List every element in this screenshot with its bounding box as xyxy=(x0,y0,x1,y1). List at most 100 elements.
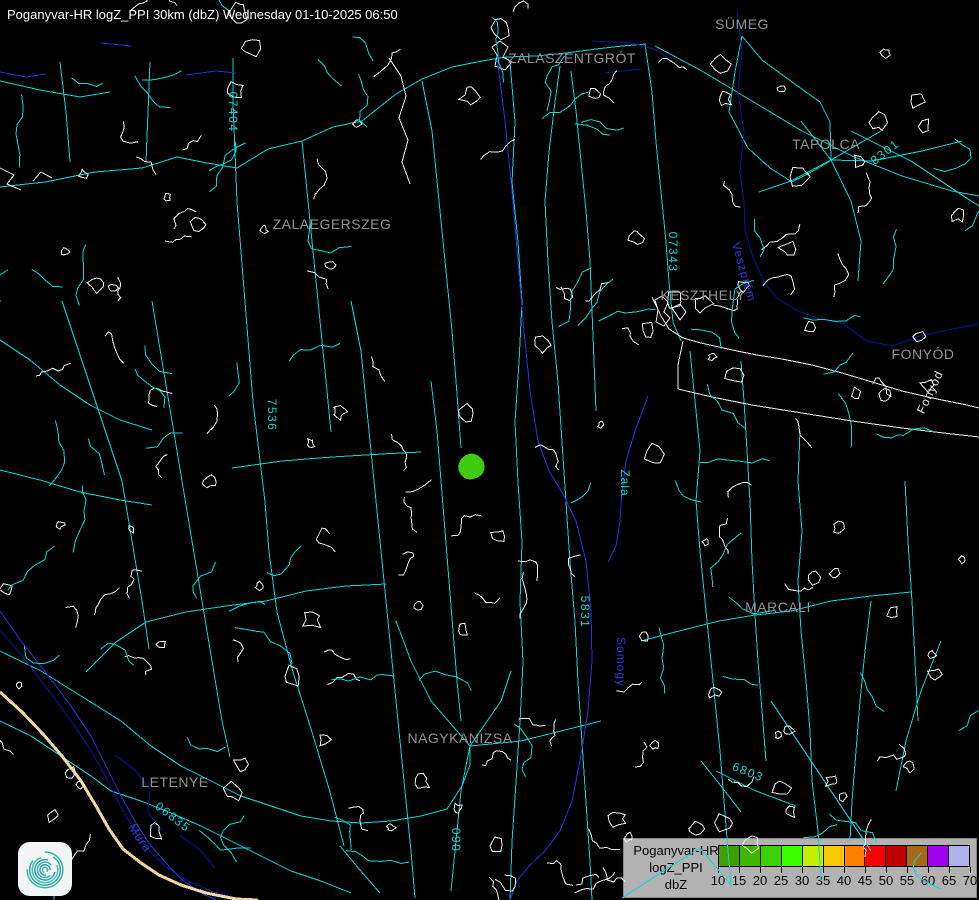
minor-road-line xyxy=(571,482,591,503)
village-outline xyxy=(518,718,545,726)
minor-road-line xyxy=(76,245,86,306)
village-outline xyxy=(725,368,744,382)
village-outline xyxy=(56,522,65,530)
minor-road-line xyxy=(267,546,302,576)
village-outline xyxy=(241,40,261,57)
village-outline xyxy=(642,322,653,337)
road-line xyxy=(729,36,830,182)
map-labels-layer: ZALASZENTGRÓTSÜMEGTAPOLCAZALAEGERSZEGKES… xyxy=(0,0,979,900)
minor-road-line xyxy=(359,74,368,127)
road-line xyxy=(431,381,461,721)
minor-road-line xyxy=(578,279,613,326)
village-outline xyxy=(603,867,626,882)
village-outline xyxy=(405,480,431,492)
radar-echo xyxy=(459,454,484,479)
village-outline xyxy=(121,122,138,144)
village-outline xyxy=(738,282,750,293)
road-line xyxy=(851,131,979,206)
village-outline xyxy=(374,49,401,76)
village-outline xyxy=(576,874,599,885)
village-outline xyxy=(719,91,731,105)
minor-road-line xyxy=(707,384,745,428)
legend-swatch xyxy=(739,845,761,867)
village-outline xyxy=(911,94,925,109)
road-line xyxy=(0,651,470,823)
village-outline xyxy=(308,439,315,448)
city-label: TAPOLCA xyxy=(792,136,860,152)
minor-road-line xyxy=(883,229,897,284)
city-label: NAGYKANIZSA xyxy=(407,730,512,746)
road-line xyxy=(0,340,152,430)
river-line xyxy=(115,755,215,868)
road-line xyxy=(396,621,601,891)
village-outline xyxy=(174,209,196,229)
legend-tick-label: 40 xyxy=(837,873,851,888)
road-line xyxy=(60,62,150,162)
legend-swatch xyxy=(718,845,740,867)
village-outline xyxy=(325,262,336,269)
village-outline xyxy=(616,683,641,693)
village-outline xyxy=(17,682,22,689)
village-outline xyxy=(490,877,500,900)
legend-tick-label: 20 xyxy=(753,873,767,888)
village-outline xyxy=(149,388,173,406)
village-outline xyxy=(777,86,785,92)
village-outline xyxy=(316,528,335,552)
village-outline xyxy=(0,726,13,754)
village-outline xyxy=(711,55,732,74)
village-outline xyxy=(608,813,626,828)
legend-swatch xyxy=(927,845,949,867)
minor-road-line xyxy=(353,37,374,61)
minor-road-line xyxy=(308,220,351,253)
minor-road-line xyxy=(545,56,564,111)
minor-road-line xyxy=(229,363,240,397)
minor-road-line xyxy=(145,345,172,373)
legend-swatch xyxy=(906,845,928,867)
border-line xyxy=(0,168,52,190)
village-outline xyxy=(156,455,167,478)
water-label: Fonyód xyxy=(914,368,946,416)
village-outline xyxy=(520,572,527,618)
village-outline xyxy=(386,824,396,831)
legend-tick-label: 70 xyxy=(963,873,977,888)
village-outline xyxy=(164,194,171,202)
road-line xyxy=(340,846,380,893)
minor-road-line xyxy=(199,831,250,851)
minor-road-line xyxy=(575,124,610,135)
minor-road-line xyxy=(89,439,105,475)
minor-road-line xyxy=(335,817,352,850)
minor-road-line xyxy=(49,421,64,486)
village-outline xyxy=(371,356,385,381)
border-line xyxy=(678,341,683,389)
minor-road-line xyxy=(877,428,934,438)
city-label: ZALAEGERSZEG xyxy=(273,216,392,232)
legend-tick-label: 45 xyxy=(858,873,872,888)
village-outline xyxy=(834,253,849,297)
village-outline xyxy=(454,803,462,813)
minor-road-line xyxy=(71,78,102,87)
road-line xyxy=(641,361,911,761)
minor-road-line xyxy=(729,597,774,614)
village-outline xyxy=(320,735,331,746)
minor-road-line xyxy=(210,143,246,192)
minor-road-line xyxy=(542,92,588,119)
village-outline xyxy=(495,875,516,891)
minor-road-line xyxy=(804,316,861,322)
legend-swatch xyxy=(885,845,907,867)
village-outline xyxy=(124,656,151,676)
minor-road-line xyxy=(838,394,851,448)
minor-road-line xyxy=(100,643,133,665)
legend-swatch xyxy=(864,845,886,867)
road-number-label: 6803 xyxy=(730,759,766,784)
legend-tick-label: 10 xyxy=(711,873,725,888)
village-outline xyxy=(399,552,414,575)
village-outline xyxy=(879,388,891,401)
minor-road-line xyxy=(142,71,181,80)
village-outline xyxy=(639,632,648,641)
village-outline xyxy=(786,806,795,818)
minor-road-line xyxy=(346,851,409,864)
village-outline xyxy=(0,584,12,595)
village-outline xyxy=(260,225,268,234)
city-label: LETENYE xyxy=(141,774,208,790)
road-line xyxy=(232,452,421,468)
